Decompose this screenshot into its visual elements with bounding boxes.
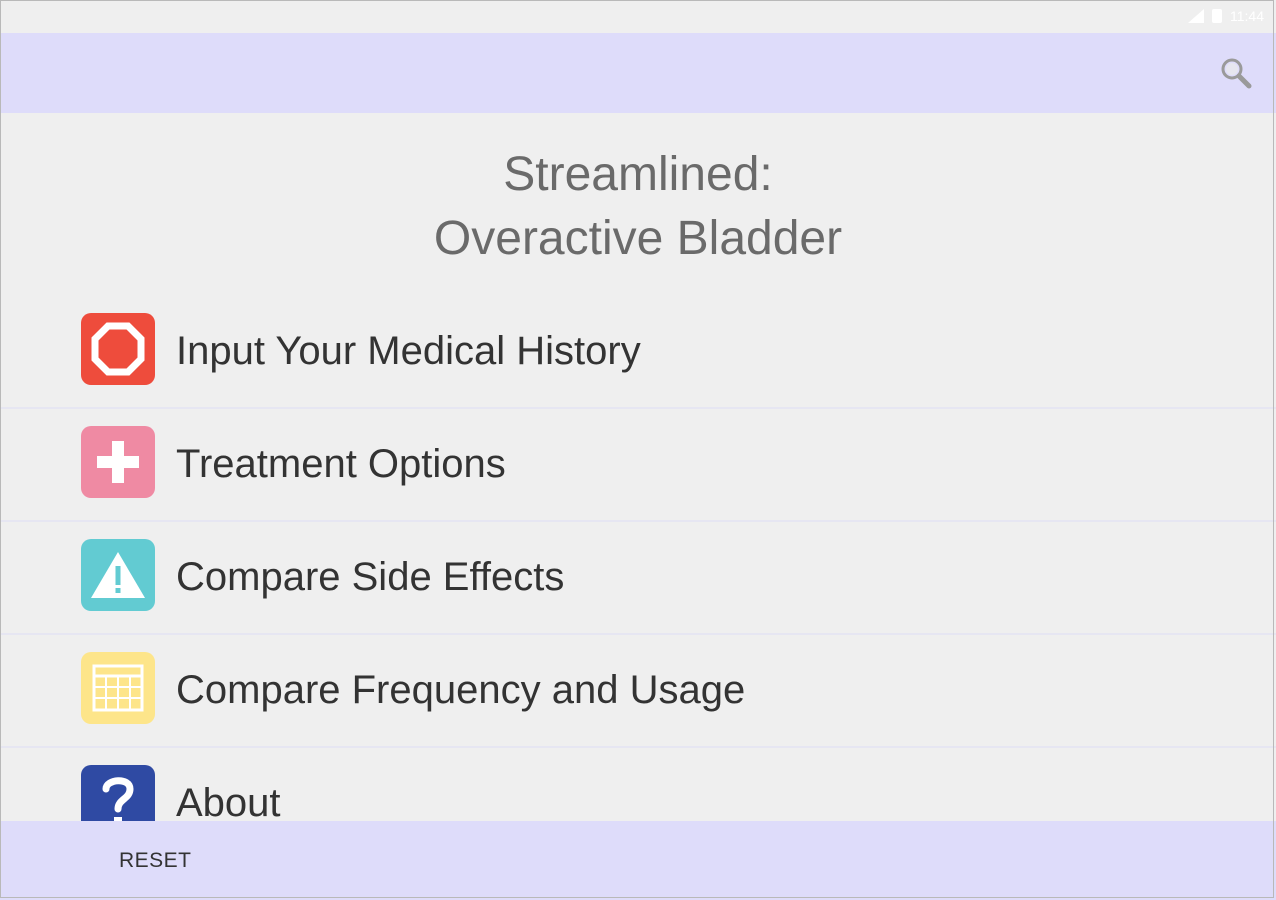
menu-item-medical-history[interactable]: Input Your Medical History: [0, 296, 1276, 409]
warning-triangle-icon: [91, 552, 145, 598]
bottom-bar: RESET: [0, 821, 1276, 900]
title-line-2: Overactive Bladder: [433, 212, 843, 265]
menu-item-side-effects[interactable]: Compare Side Effects: [0, 522, 1276, 635]
status-icons: 11:44: [1188, 8, 1264, 24]
status-time: 11:44: [1230, 8, 1264, 24]
treatment-options-tile: [81, 426, 155, 498]
frequency-usage-tile: [81, 652, 155, 724]
page-title: Streamlined: Overactive Bladder: [0, 143, 1276, 271]
plus-cross-icon: [97, 441, 139, 483]
battery-icon: [1212, 9, 1222, 23]
search-icon: [1221, 58, 1252, 89]
menu-item-label: About: [176, 781, 281, 825]
reset-button[interactable]: RESET: [119, 849, 192, 873]
calendar-grid-icon: [92, 664, 144, 712]
menu-item-frequency-usage[interactable]: Compare Frequency and Usage: [0, 635, 1276, 748]
main-menu: Input Your Medical History Treatment Opt…: [0, 296, 1276, 861]
side-effects-tile: [81, 539, 155, 611]
search-button[interactable]: [1218, 55, 1254, 91]
title-line-1: Streamlined:: [503, 148, 773, 201]
status-bar: 11:44: [0, 0, 1276, 33]
menu-item-treatment-options[interactable]: Treatment Options: [0, 409, 1276, 522]
signal-icon: [1188, 9, 1204, 23]
menu-item-label: Compare Side Effects: [176, 555, 565, 599]
menu-item-label: Input Your Medical History: [176, 329, 641, 373]
medical-history-tile: [81, 313, 155, 385]
menu-item-label: Compare Frequency and Usage: [176, 668, 746, 712]
menu-item-label: Treatment Options: [176, 442, 506, 486]
app-bar: [0, 33, 1276, 113]
stop-octagon-icon: [91, 322, 145, 376]
